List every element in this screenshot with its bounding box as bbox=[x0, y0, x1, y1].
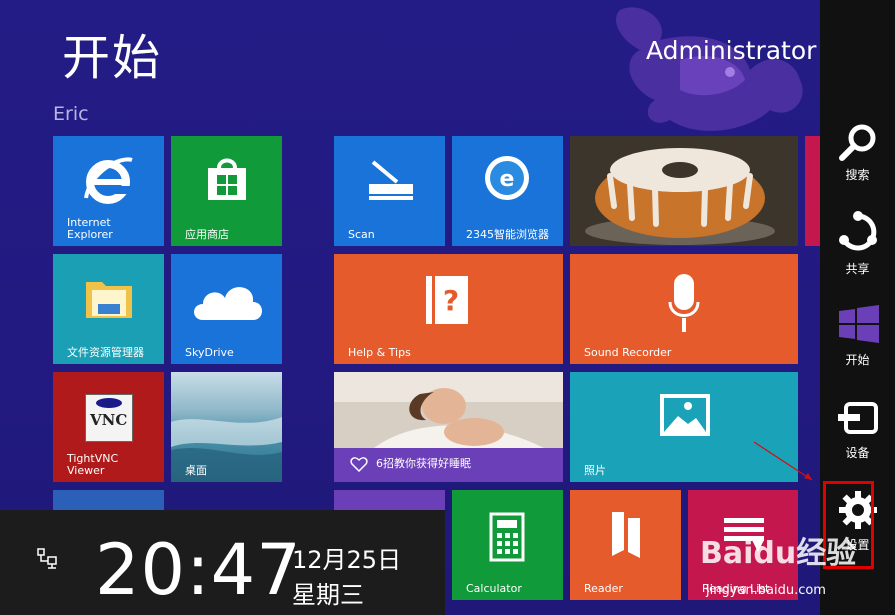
tile-label: Reader bbox=[584, 582, 623, 595]
ie-icon bbox=[84, 157, 133, 204]
tile-label: 桌面 bbox=[185, 464, 207, 477]
tile-label: 2345智能浏览器 bbox=[466, 228, 549, 241]
photo-icon bbox=[660, 394, 710, 436]
reader-icon bbox=[612, 512, 640, 558]
group-label: Eric bbox=[53, 103, 89, 125]
tile-label: 应用商店 bbox=[185, 228, 229, 241]
calculator-icon bbox=[489, 512, 525, 562]
tile-calculator[interactable]: Calculator bbox=[452, 490, 563, 600]
svg-text:e: e bbox=[500, 167, 515, 192]
browser-2345-icon: e bbox=[485, 156, 529, 200]
tile-partial-right[interactable] bbox=[805, 136, 820, 246]
tile-tightvnc[interactable]: VNC TightVNC Viewer bbox=[53, 372, 164, 482]
svg-text:?: ? bbox=[443, 284, 459, 317]
charm-label: 共享 bbox=[845, 262, 870, 276]
tile-label: Help & Tips bbox=[348, 346, 411, 359]
charm-search[interactable]: 搜索 bbox=[820, 118, 895, 208]
help-book-icon: ? bbox=[426, 276, 468, 324]
tile-scan[interactable]: Scan bbox=[334, 136, 445, 246]
start-title: 开始 bbox=[62, 30, 163, 86]
tile-desktop[interactable]: 桌面 bbox=[171, 372, 282, 482]
watermark-url: jingyan.baidu.com bbox=[706, 583, 826, 598]
tile-help-tips[interactable]: ? Help & Tips bbox=[334, 254, 563, 364]
tile-store[interactable]: 应用商店 bbox=[171, 136, 282, 246]
cloud-icon bbox=[194, 287, 262, 320]
fish-background-art bbox=[616, 7, 803, 131]
microphone-icon bbox=[668, 274, 700, 332]
charm-start[interactable]: 开始 bbox=[820, 305, 895, 395]
tile-cake-photo[interactable] bbox=[570, 136, 798, 246]
tile-label: Calculator bbox=[466, 582, 522, 595]
start-screen: 开始 Administrator Eric Internet Explorer … bbox=[0, 0, 895, 615]
store-bag-icon bbox=[208, 158, 246, 200]
tile-sound-recorder[interactable]: Sound Recorder bbox=[570, 254, 798, 364]
tile-label: TightVNC Viewer bbox=[67, 452, 119, 477]
tile-skydrive[interactable]: SkyDrive bbox=[171, 254, 282, 364]
health-heart-icon bbox=[350, 457, 368, 472]
devices-icon bbox=[838, 402, 878, 434]
charm-label: 搜索 bbox=[845, 168, 870, 182]
share-icon bbox=[839, 211, 877, 251]
bundt-cake-image bbox=[570, 136, 798, 246]
clock-time: 20:47 bbox=[95, 529, 302, 611]
network-icon bbox=[37, 548, 57, 569]
search-icon bbox=[839, 124, 876, 161]
tile-internet-explorer[interactable]: Internet Explorer bbox=[53, 136, 164, 246]
charm-label: 设备 bbox=[845, 446, 870, 460]
charm-share[interactable]: 共享 bbox=[820, 210, 895, 300]
scanner-icon bbox=[369, 160, 413, 200]
tile-label: Scan bbox=[348, 228, 375, 241]
sleeping-woman-image bbox=[334, 372, 563, 448]
charm-label: 开始 bbox=[845, 353, 870, 367]
clock-weekday: 星期三 bbox=[292, 581, 364, 609]
tile-2345-browser[interactable]: e 2345智能浏览器 bbox=[452, 136, 563, 246]
tile-label: 照片 bbox=[584, 464, 606, 477]
tile-reader[interactable]: Reader bbox=[570, 490, 681, 600]
folder-icon bbox=[86, 282, 132, 318]
watermark-brand: Baidu经验 bbox=[700, 536, 857, 571]
tile-label: 文件资源管理器 bbox=[67, 346, 144, 359]
windows-logo-icon bbox=[839, 305, 879, 343]
tile-label: Sound Recorder bbox=[584, 346, 672, 359]
tile-label: Internet Explorer bbox=[67, 216, 113, 241]
tile-label: 6招教你获得好睡眠 bbox=[376, 457, 471, 470]
pointer-arrow-icon bbox=[753, 441, 813, 481]
tile-sleep-article[interactable]: 6招教你获得好睡眠 bbox=[334, 372, 563, 482]
charm-devices[interactable]: 设备 bbox=[820, 400, 895, 490]
vnc-logo-icon: VNC bbox=[85, 394, 133, 442]
vnc-badge-text: VNC bbox=[90, 411, 128, 429]
tile-file-explorer[interactable]: 文件资源管理器 bbox=[53, 254, 164, 364]
clock-date: 12月25日 bbox=[292, 546, 402, 574]
user-name[interactable]: Administrator bbox=[646, 36, 816, 65]
tile-label: SkyDrive bbox=[185, 346, 234, 359]
